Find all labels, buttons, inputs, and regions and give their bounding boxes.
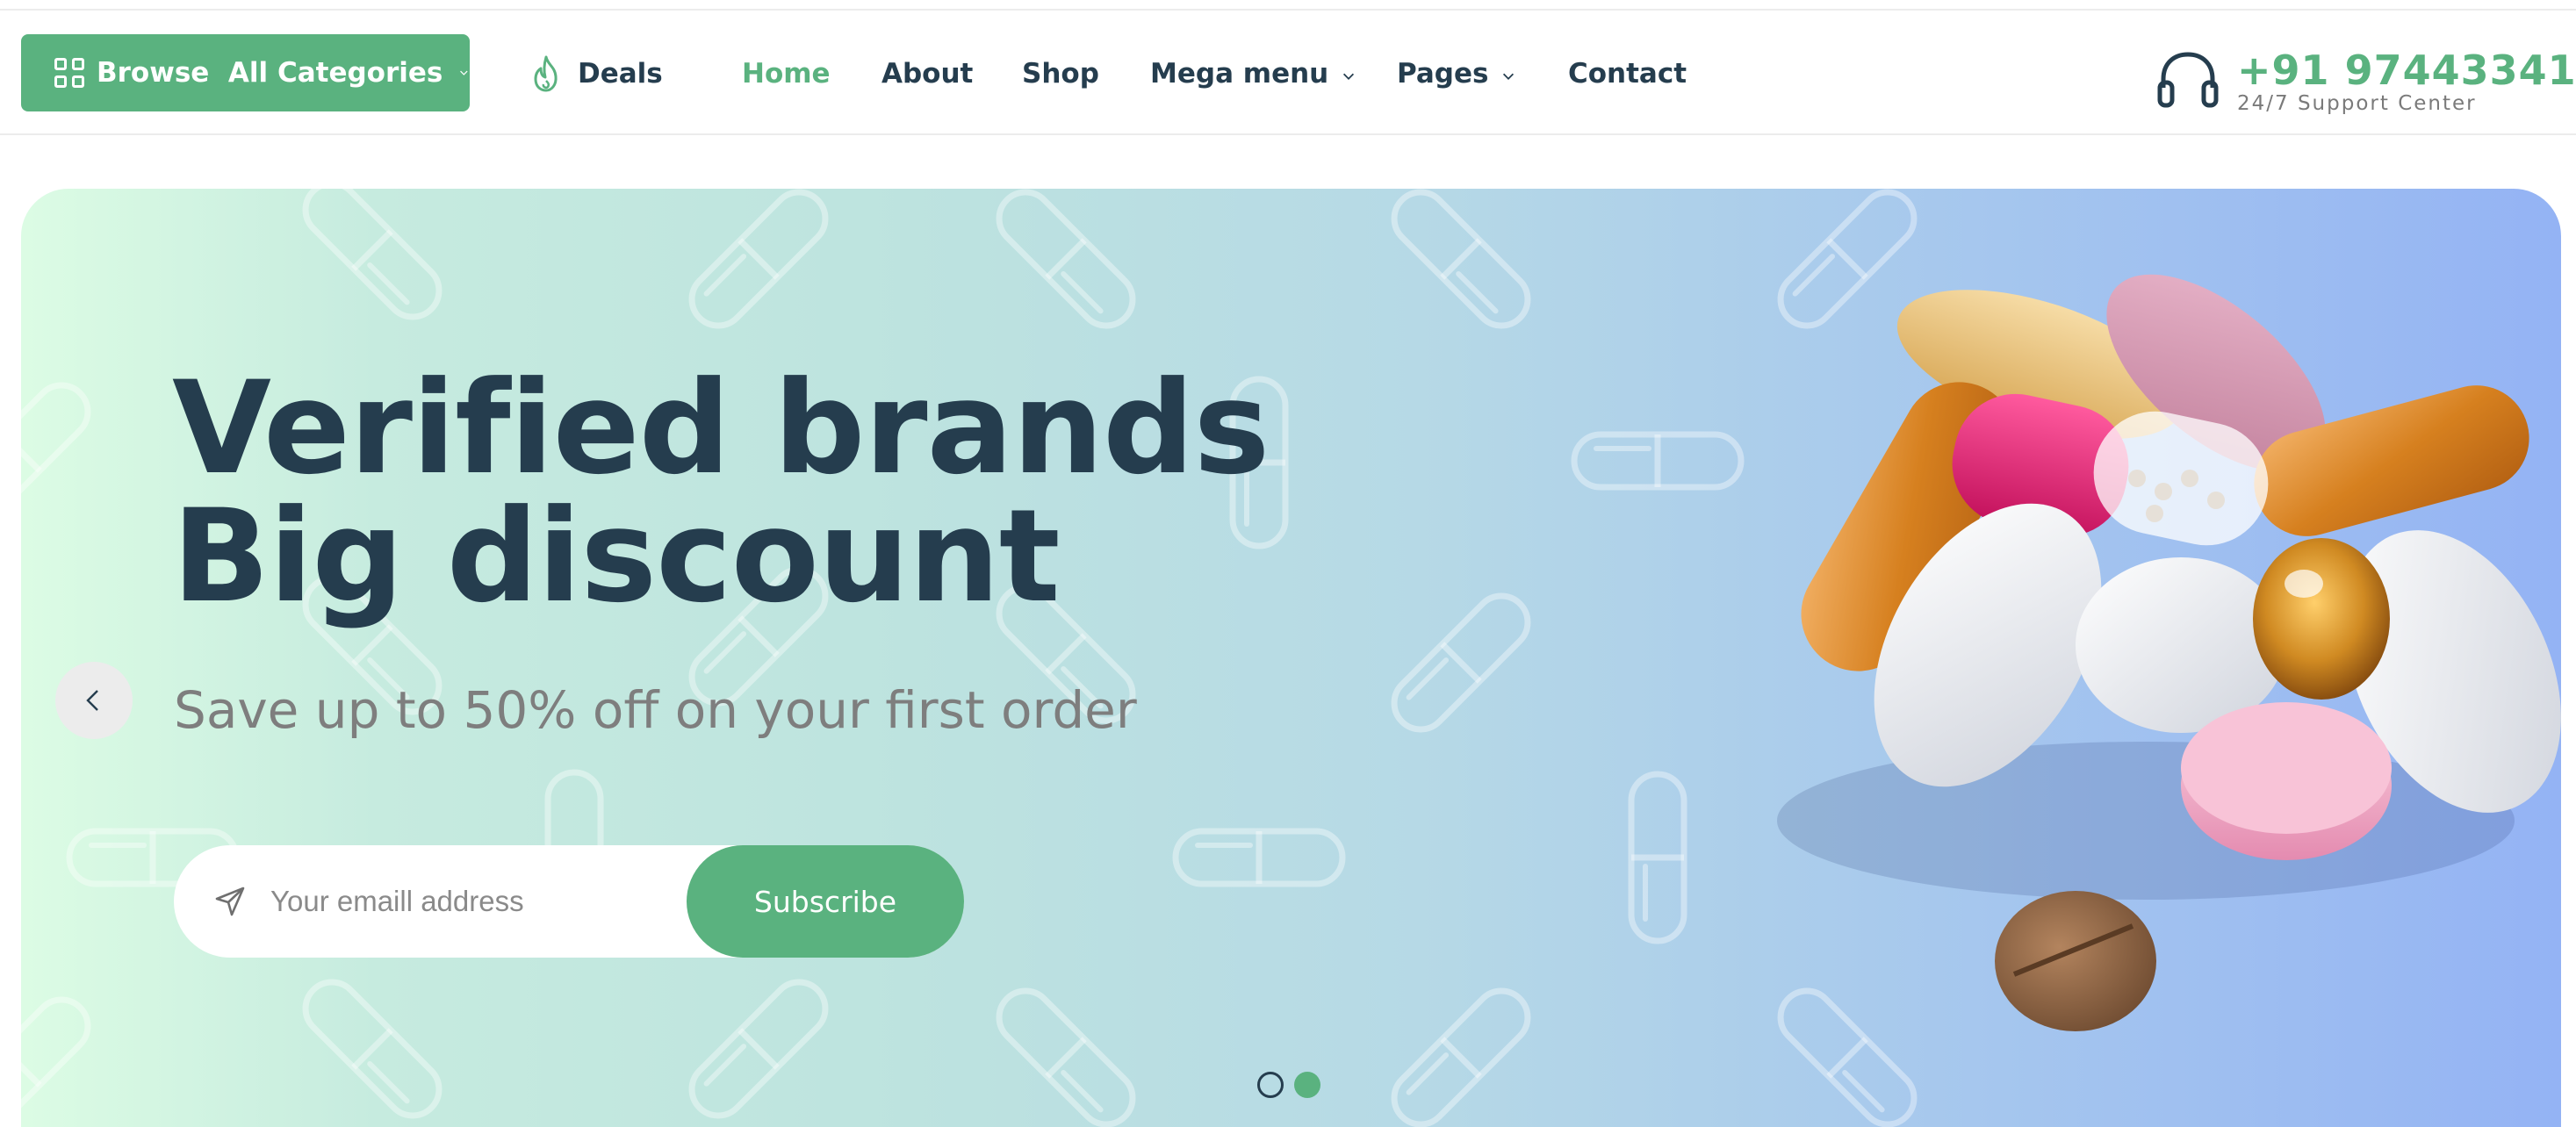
deals-label: Deals <box>578 58 663 90</box>
slider-prev-button[interactable] <box>55 662 133 739</box>
nav-shop[interactable]: Shop <box>1022 56 1099 91</box>
support-phone: +91 9744334141 24/7 Support Center <box>2155 49 2576 116</box>
nav-contact-label: Contact <box>1568 58 1687 90</box>
flame-icon <box>534 55 558 92</box>
email-input[interactable] <box>270 872 666 931</box>
slide-dot-1[interactable] <box>1257 1072 1284 1098</box>
browse-categories-button[interactable]: Browse All Categories <box>21 34 470 111</box>
send-icon <box>215 887 245 916</box>
hero-title-line-1: Verified brands <box>172 354 1270 503</box>
nav-pages[interactable]: Pages <box>1397 56 1516 91</box>
nav-pages-label: Pages <box>1397 58 1489 90</box>
hero-title-line-2: Big discount <box>172 482 1061 631</box>
nav-mega-menu-label: Mega menu <box>1150 58 1329 90</box>
slider-pagination <box>1257 1072 1320 1098</box>
header-bar: Browse All Categories Deals Home About S… <box>0 12 2576 135</box>
chevron-down-icon <box>460 70 468 75</box>
hero-subtitle: Save up to 50% off on your first order <box>174 680 1137 740</box>
nav-about-label: About <box>881 58 974 90</box>
chevron-left-icon <box>86 690 98 711</box>
nav-shop-label: Shop <box>1022 58 1099 90</box>
subscribe-button[interactable]: Subscribe <box>687 845 964 958</box>
phone-number[interactable]: +91 9744334141 <box>2237 49 2576 91</box>
deals-link[interactable]: Deals <box>529 55 663 92</box>
phone-subtitle: 24/7 Support Center <box>2237 92 2477 115</box>
hero-banner: Verified brands Big discount Save up to … <box>21 189 2561 1127</box>
top-border <box>0 0 2576 11</box>
grid-icon <box>54 58 84 88</box>
slide-dot-2[interactable] <box>1294 1072 1320 1098</box>
chevron-down-icon <box>1343 73 1355 80</box>
hero-title: Verified brands Big discount <box>172 354 1270 631</box>
chevron-down-icon <box>1503 73 1515 80</box>
nav-about[interactable]: About <box>881 56 973 91</box>
nav-home-label: Home <box>742 58 831 90</box>
browse-categories-label: Browse All Categories <box>97 57 443 89</box>
pills-image <box>1777 274 2561 1031</box>
nav-contact[interactable]: Contact <box>1568 56 1687 91</box>
nav-home[interactable]: Home <box>742 56 831 91</box>
headset-icon <box>2157 52 2219 108</box>
nav-mega-menu[interactable]: Mega menu <box>1150 56 1356 91</box>
